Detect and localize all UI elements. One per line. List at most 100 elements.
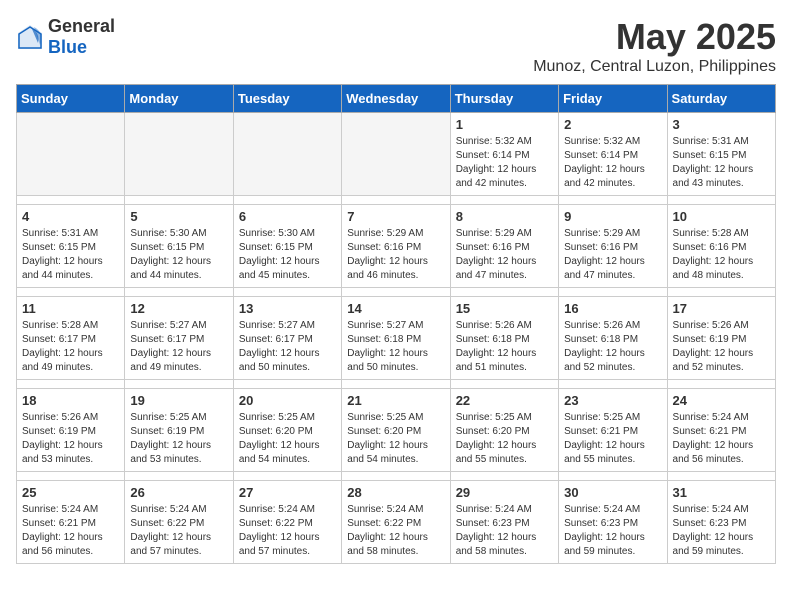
logo-icon [16,23,44,51]
calendar: SundayMondayTuesdayWednesdayThursdayFrid… [16,84,776,564]
day-number: 23 [564,393,661,408]
week-separator [17,380,776,389]
day-number: 27 [239,485,336,500]
day-number: 25 [22,485,119,500]
weekday-header-wednesday: Wednesday [342,85,450,113]
calendar-cell: 6 Sunrise: 5:30 AM Sunset: 6:15 PM Daylig… [233,205,341,288]
calendar-cell [17,113,125,196]
day-info: Sunrise: 5:29 AM Sunset: 6:16 PM Dayligh… [347,227,444,283]
day-number: 1 [456,117,553,132]
calendar-cell: 10 Sunrise: 5:28 AM Sunset: 6:16 PM Dayli… [667,205,775,288]
calendar-cell: 1 Sunrise: 5:32 AM Sunset: 6:14 PM Daylig… [450,113,558,196]
day-number: 30 [564,485,661,500]
calendar-cell: 2 Sunrise: 5:32 AM Sunset: 6:14 PM Daylig… [559,113,667,196]
calendar-cell: 19Sunrise: 5:25 AM Sunset: 6:19 PM Dayli… [125,389,233,472]
day-number: 24 [673,393,770,408]
day-number: 11 [22,301,119,316]
day-info: Sunrise: 5:24 AM Sunset: 6:21 PM Dayligh… [22,503,119,559]
calendar-week-3: 11 Sunrise: 5:28 AM Sunset: 6:17 PM Dayli… [17,297,776,380]
day-info: Sunrise: 5:25 AM Sunset: 6:20 PM Dayligh… [456,411,553,467]
day-info: Sunrise: 5:29 AM Sunset: 6:16 PM Dayligh… [456,227,553,283]
calendar-cell: 12 Sunrise: 5:27 AM Sunset: 6:17 PM Dayli… [125,297,233,380]
calendar-cell [233,113,341,196]
day-number: 31 [673,485,770,500]
calendar-cell: 11 Sunrise: 5:28 AM Sunset: 6:17 PM Dayli… [17,297,125,380]
calendar-week-5: 25 Sunrise: 5:24 AM Sunset: 6:21 PM Dayli… [17,481,776,564]
day-info: Sunrise: 5:29 AM Sunset: 6:16 PM Dayligh… [564,227,661,283]
day-number: 5 [130,209,227,224]
day-number: 10 [673,209,770,224]
day-info: Sunrise: 5:24 AM Sunset: 6:23 PM Dayligh… [673,503,770,559]
day-info: Sunrise: 5:31 AM Sunset: 6:15 PM Dayligh… [22,227,119,283]
calendar-week-4: 18Sunrise: 5:26 AM Sunset: 6:19 PM Dayli… [17,389,776,472]
day-info: Sunrise: 5:24 AM Sunset: 6:22 PM Dayligh… [130,503,227,559]
header: General Blue May 2025 Munoz, Central Luz… [16,16,776,76]
weekday-header-saturday: Saturday [667,85,775,113]
day-number: 3 [673,117,770,132]
subtitle: Munoz, Central Luzon, Philippines [533,58,776,76]
day-number: 8 [456,209,553,224]
weekday-header-thursday: Thursday [450,85,558,113]
calendar-cell: 30 Sunrise: 5:24 AM Sunset: 6:23 PM Dayli… [559,481,667,564]
calendar-cell: 17 Sunrise: 5:26 AM Sunset: 6:19 PM Dayli… [667,297,775,380]
weekday-header-row: SundayMondayTuesdayWednesdayThursdayFrid… [17,85,776,113]
day-info: Sunrise: 5:31 AM Sunset: 6:15 PM Dayligh… [673,135,770,191]
calendar-cell: 21Sunrise: 5:25 AM Sunset: 6:20 PM Dayli… [342,389,450,472]
day-info: Sunrise: 5:24 AM Sunset: 6:23 PM Dayligh… [564,503,661,559]
logo-text: General Blue [48,16,115,58]
weekday-header-monday: Monday [125,85,233,113]
day-info: Sunrise: 5:25 AM Sunset: 6:21 PM Dayligh… [564,411,661,467]
day-number: 15 [456,301,553,316]
calendar-cell: 27Sunrise: 5:24 AM Sunset: 6:22 PM Dayli… [233,481,341,564]
day-info: Sunrise: 5:27 AM Sunset: 6:18 PM Dayligh… [347,319,444,375]
day-number: 6 [239,209,336,224]
day-number: 20 [239,393,336,408]
main-title: May 2025 [533,16,776,58]
day-info: Sunrise: 5:32 AM Sunset: 6:14 PM Dayligh… [456,135,553,191]
day-info: Sunrise: 5:30 AM Sunset: 6:15 PM Dayligh… [239,227,336,283]
calendar-cell: 5 Sunrise: 5:30 AM Sunset: 6:15 PM Daylig… [125,205,233,288]
week-separator [17,472,776,481]
day-info: Sunrise: 5:25 AM Sunset: 6:19 PM Dayligh… [130,411,227,467]
calendar-cell: 22 Sunrise: 5:25 AM Sunset: 6:20 PM Dayli… [450,389,558,472]
day-number: 13 [239,301,336,316]
day-number: 9 [564,209,661,224]
weekday-header-sunday: Sunday [17,85,125,113]
calendar-cell: 18Sunrise: 5:26 AM Sunset: 6:19 PM Dayli… [17,389,125,472]
day-number: 16 [564,301,661,316]
day-info: Sunrise: 5:25 AM Sunset: 6:20 PM Dayligh… [239,411,336,467]
logo: General Blue [16,16,115,58]
day-number: 26 [130,485,227,500]
day-info: Sunrise: 5:24 AM Sunset: 6:21 PM Dayligh… [673,411,770,467]
weekday-header-tuesday: Tuesday [233,85,341,113]
day-number: 22 [456,393,553,408]
calendar-cell [342,113,450,196]
day-info: Sunrise: 5:27 AM Sunset: 6:17 PM Dayligh… [130,319,227,375]
day-info: Sunrise: 5:28 AM Sunset: 6:17 PM Dayligh… [22,319,119,375]
day-number: 21 [347,393,444,408]
calendar-cell: 4Sunrise: 5:31 AM Sunset: 6:15 PM Daylig… [17,205,125,288]
calendar-cell [125,113,233,196]
day-number: 12 [130,301,227,316]
day-info: Sunrise: 5:32 AM Sunset: 6:14 PM Dayligh… [564,135,661,191]
day-number: 2 [564,117,661,132]
day-info: Sunrise: 5:28 AM Sunset: 6:16 PM Dayligh… [673,227,770,283]
day-info: Sunrise: 5:30 AM Sunset: 6:15 PM Dayligh… [130,227,227,283]
calendar-cell: 7 Sunrise: 5:29 AM Sunset: 6:16 PM Daylig… [342,205,450,288]
day-number: 14 [347,301,444,316]
calendar-cell: 9 Sunrise: 5:29 AM Sunset: 6:16 PM Daylig… [559,205,667,288]
day-number: 17 [673,301,770,316]
day-info: Sunrise: 5:26 AM Sunset: 6:18 PM Dayligh… [456,319,553,375]
calendar-cell: 25 Sunrise: 5:24 AM Sunset: 6:21 PM Dayli… [17,481,125,564]
calendar-cell: 23 Sunrise: 5:25 AM Sunset: 6:21 PM Dayli… [559,389,667,472]
calendar-cell: 31 Sunrise: 5:24 AM Sunset: 6:23 PM Dayli… [667,481,775,564]
day-info: Sunrise: 5:26 AM Sunset: 6:19 PM Dayligh… [673,319,770,375]
day-number: 7 [347,209,444,224]
week-separator [17,196,776,205]
calendar-cell: 15 Sunrise: 5:26 AM Sunset: 6:18 PM Dayli… [450,297,558,380]
day-info: Sunrise: 5:27 AM Sunset: 6:17 PM Dayligh… [239,319,336,375]
calendar-cell: 14 Sunrise: 5:27 AM Sunset: 6:18 PM Dayli… [342,297,450,380]
week-separator [17,288,776,297]
calendar-week-2: 4Sunrise: 5:31 AM Sunset: 6:15 PM Daylig… [17,205,776,288]
calendar-cell: 13 Sunrise: 5:27 AM Sunset: 6:17 PM Dayli… [233,297,341,380]
